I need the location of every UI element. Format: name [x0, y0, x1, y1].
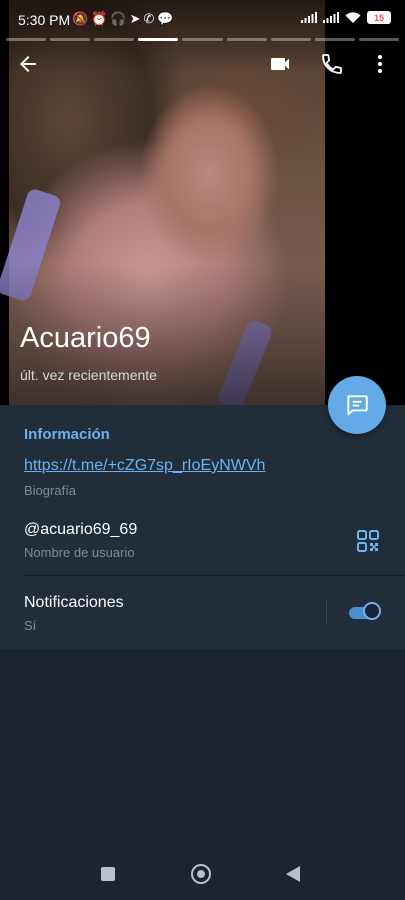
- progress-segment: [270, 38, 311, 41]
- notifications-value: Sí: [24, 618, 37, 633]
- progress-segment: [6, 38, 47, 41]
- whatsapp-icon: ✆: [143, 11, 158, 26]
- progress-segment: [226, 38, 267, 41]
- toggle-knob: [363, 602, 381, 620]
- wifi-icon: [345, 11, 361, 23]
- progress-segment: [314, 38, 355, 41]
- home-circle-icon[interactable]: [191, 864, 211, 884]
- video-call-icon[interactable]: [268, 52, 292, 76]
- battery-icon: 15: [367, 11, 391, 24]
- alarm-icon: ⏰: [91, 11, 111, 26]
- last-seen-status: últ. vez recientemente: [20, 367, 157, 383]
- status-bar: 5:30 PM 🔕⏰🎧➤✆💬 15: [0, 0, 405, 40]
- divider: [24, 575, 405, 576]
- status-right-icons: 15: [301, 11, 391, 24]
- more-vertical-icon[interactable]: [368, 52, 392, 76]
- username-label: Nombre de usuario: [24, 545, 135, 560]
- arrow-back-icon[interactable]: [16, 52, 40, 76]
- bio-link[interactable]: https://t.me/+cZG7sp_rIoEyNWVh: [24, 457, 265, 475]
- username-value[interactable]: @acuario69_69: [24, 521, 137, 539]
- status-time: 5:30 PM: [18, 12, 71, 28]
- chat-icon: 💬: [157, 11, 177, 26]
- progress-segment: [94, 38, 135, 41]
- system-nav-bar: [0, 848, 405, 900]
- story-progress: [6, 38, 399, 41]
- progress-segment: [358, 38, 399, 41]
- info-panel: Información https://t.me/+cZG7sp_rIoEyNW…: [0, 405, 405, 649]
- info-section-title: Información: [24, 426, 110, 443]
- phone-icon[interactable]: [320, 52, 344, 76]
- bio-label: Biografía: [24, 483, 77, 498]
- signal-icon: [301, 12, 317, 23]
- top-bar: [0, 44, 405, 84]
- divider-vertical: [326, 601, 327, 625]
- notifications-toggle[interactable]: [347, 601, 383, 623]
- profile-name: Acuario69: [20, 322, 151, 354]
- notification-icons: 🔕⏰🎧➤✆💬: [72, 11, 177, 27]
- muted-bell-icon: 🔕: [72, 11, 92, 26]
- message-button[interactable]: [328, 376, 386, 434]
- message-icon: [347, 395, 368, 416]
- qr-code-icon[interactable]: [357, 530, 379, 552]
- progress-segment-active: [138, 38, 179, 41]
- headphones-icon: 🎧: [110, 11, 130, 26]
- signal-icon: [323, 12, 339, 23]
- back-triangle-icon[interactable]: [286, 866, 300, 882]
- progress-segment: [50, 38, 91, 41]
- recents-square-icon[interactable]: [101, 867, 115, 881]
- notifications-label[interactable]: Notificaciones: [24, 594, 124, 612]
- telegram-icon: ➤: [129, 11, 144, 26]
- progress-segment: [182, 38, 223, 41]
